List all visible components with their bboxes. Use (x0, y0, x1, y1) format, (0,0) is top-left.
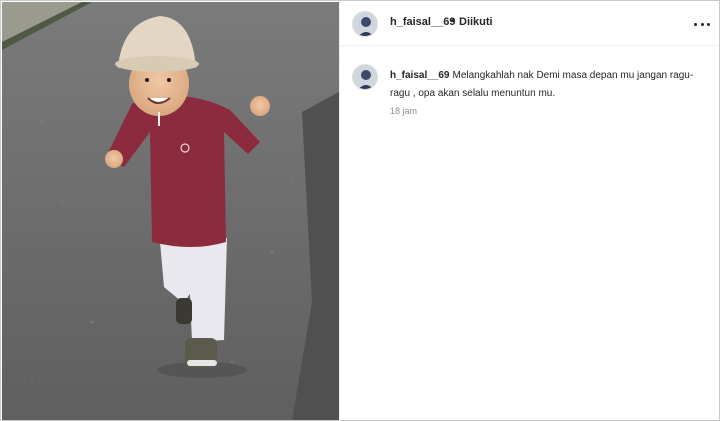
caption-text-block: h_faisal__69 Melangkahlah nak Demi masa d… (390, 67, 710, 103)
follow-status-button[interactable]: Diikuti (459, 16, 493, 28)
toddler-walking-photo (2, 2, 339, 420)
caption-username[interactable]: h_faisal__69 (390, 70, 450, 81)
header-separator: • (451, 15, 455, 27)
post-timestamp[interactable]: 18 jam (390, 106, 417, 116)
post-photo[interactable] (2, 2, 339, 420)
post-details-panel: h_faisal__69 • Diikuti h_faisal__69 Melan… (339, 2, 719, 420)
post-dialog: h_faisal__69 • Diikuti h_faisal__69 Melan… (0, 0, 720, 421)
profile-picture-icon (353, 12, 377, 36)
avatar[interactable] (352, 11, 378, 37)
post-header: h_faisal__69 • Diikuti (340, 2, 719, 46)
more-horizontal-icon[interactable] (694, 16, 710, 32)
author-username[interactable]: h_faisal__69 (390, 16, 455, 28)
profile-picture-icon (353, 65, 377, 89)
caption-avatar[interactable] (352, 64, 378, 90)
